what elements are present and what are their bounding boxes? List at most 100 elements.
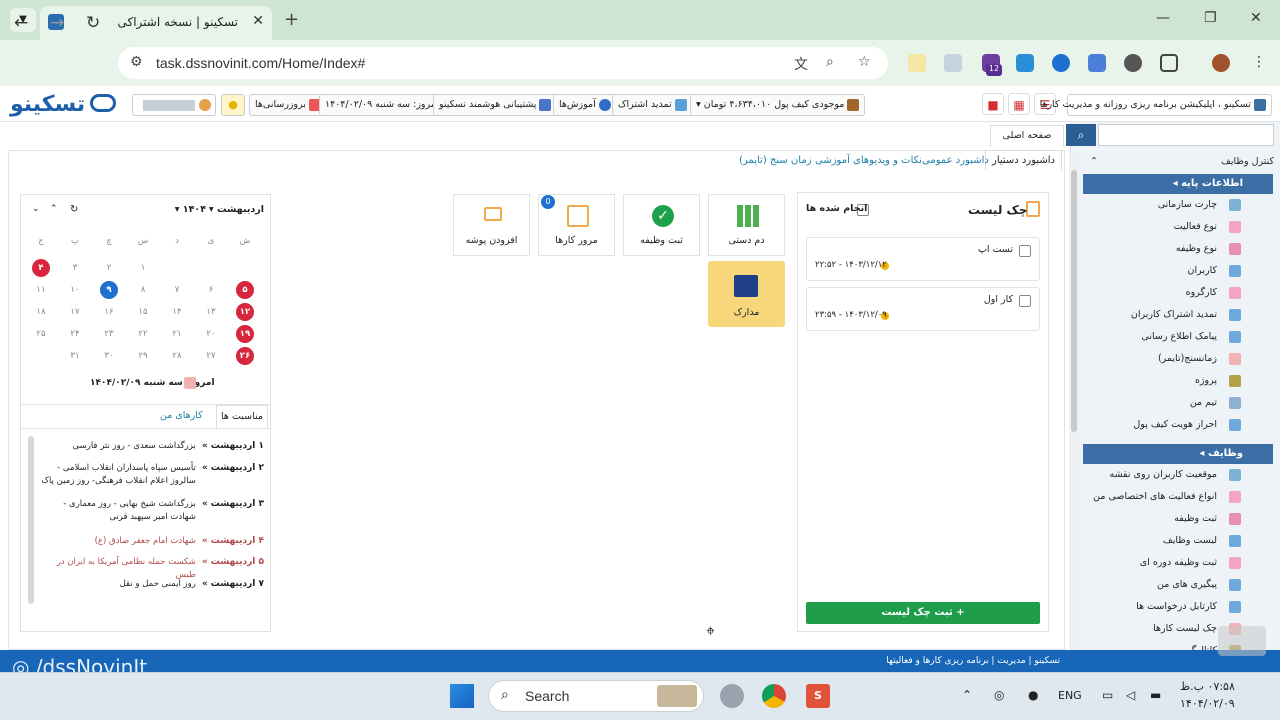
calendar-up-icon[interactable]: ⌃ — [50, 204, 58, 214]
extension-icon[interactable] — [1124, 54, 1142, 72]
notification-bell-icon[interactable]: ● — [221, 94, 245, 116]
sidebar-item[interactable]: لیست وظایف — [1083, 530, 1273, 552]
calendar-day[interactable]: ۲۶ — [236, 347, 254, 365]
sidebar-item[interactable]: نوع وظیفه — [1083, 238, 1273, 260]
month-select[interactable]: اردیبهشت ▾ — [208, 204, 264, 215]
new-tab-icon[interactable]: + — [284, 9, 299, 30]
translate-icon[interactable]: 文 — [794, 54, 808, 74]
sidebar-search-button[interactable]: ⌕ — [1066, 124, 1096, 146]
address-bar[interactable]: ⚙ task.dssnovinit.com/Home/Index# 文 ⌕ ☆ — [118, 47, 888, 79]
zoom-icon[interactable]: ⌕ — [826, 54, 834, 70]
sidebar-item[interactable]: کارگروه — [1083, 282, 1273, 304]
calendar-day[interactable]: ۱۳ — [202, 303, 220, 321]
breadcrumb[interactable]: صفحه اصلی — [990, 125, 1064, 147]
add-checklist-button[interactable]: + ثبت چک لیست — [806, 602, 1040, 624]
sidebar-item[interactable]: ثبت وظیفه دوره ای — [1083, 552, 1273, 574]
close-window-icon[interactable]: ✕ — [1250, 10, 1262, 26]
extension-icon[interactable] — [1088, 54, 1106, 72]
calendar-day[interactable]: ۲۰ — [202, 325, 220, 343]
calendar-day[interactable]: ۲۴ — [66, 325, 84, 343]
sidebar-item[interactable]: زمانسنج(تایمر) — [1083, 348, 1273, 370]
sidebar-item[interactable]: پیگیری های من — [1083, 574, 1273, 596]
calendar-day[interactable]: ۱۲ — [236, 303, 254, 321]
extension-icon[interactable] — [908, 54, 926, 72]
language-indicator[interactable]: ENG — [1058, 689, 1082, 702]
calendar-day[interactable]: ۸ — [134, 281, 152, 299]
shield-extension-icon[interactable] — [944, 54, 962, 72]
sidebar-item[interactable]: چارت سازمانی — [1083, 194, 1273, 216]
documents-folder[interactable]: مدارک — [708, 261, 785, 327]
sidebar-item[interactable]: ثبت وظیفه — [1083, 508, 1273, 530]
calendar-day[interactable]: ۴ — [32, 259, 50, 277]
tutorials-chip[interactable]: آموزش‌ها — [553, 94, 617, 116]
calendar-day[interactable]: ۲۹ — [134, 347, 152, 365]
sidebar-item[interactable]: پیامک اطلاع رسانی — [1083, 326, 1273, 348]
calendar-day[interactable]: ۳۰ — [100, 347, 118, 365]
calendar-day[interactable]: ۱۷ — [66, 303, 84, 321]
clock-time[interactable]: ۰۷:۵۸ ب.ظ — [1180, 680, 1235, 693]
sidebar-search-input[interactable] — [1098, 124, 1274, 146]
calendar-day[interactable]: ۲ — [100, 259, 118, 277]
calendar-day[interactable]: ۷ — [168, 281, 186, 299]
grid-icon[interactable]: ▦ — [1008, 93, 1030, 115]
checklist-item-checkbox[interactable] — [1019, 245, 1031, 257]
calendar-day[interactable]: ۲۷ — [202, 347, 220, 365]
calendar-day[interactable]: ۱۴ — [168, 303, 186, 321]
site-info-icon[interactable]: ⚙ — [130, 54, 143, 70]
restore-icon[interactable]: ❐ — [1204, 10, 1217, 26]
taskbar-search[interactable]: ⌕ Search — [488, 680, 704, 712]
sidebar-item[interactable]: انواع فعالیت های اختصاصی من — [1083, 486, 1273, 508]
battery-icon[interactable]: ▬ — [1150, 688, 1161, 702]
tab-events[interactable]: مناسبت ها — [216, 405, 268, 429]
renew-subscription-chip[interactable]: تمدید اشتراک — [612, 94, 693, 116]
chrome-app-icon[interactable] — [762, 684, 786, 708]
sidebar-item[interactable]: احراز هویت کیف پول — [1083, 414, 1273, 436]
tab-assistant-dashboard[interactable]: داشبورد دستیار — [985, 150, 1062, 170]
calendar-day[interactable]: ۱۹ — [236, 325, 254, 343]
tab-general-dashboard[interactable]: داشبورد عمومی — [922, 155, 989, 166]
tab-my-tasks[interactable]: کارهای من — [160, 410, 203, 421]
calendar-day[interactable]: ۹ — [100, 281, 118, 299]
forward-icon[interactable]: → — [50, 13, 64, 33]
updates-chip[interactable]: بروزرسانی‌ها — [249, 94, 327, 116]
support-chip[interactable]: پشتیبانی هوشمند تسکینو — [433, 94, 558, 116]
calendar-day[interactable]: ۵ — [236, 281, 254, 299]
back-icon[interactable]: ← — [14, 13, 28, 33]
calendar-day[interactable]: ۲۵ — [32, 325, 50, 343]
reload-icon[interactable]: ↻ — [86, 13, 100, 33]
minimize-icon[interactable]: — — [1156, 10, 1170, 26]
search-extension-icon[interactable] — [1052, 54, 1070, 72]
calendar-day[interactable]: ۶ — [202, 281, 220, 299]
calendar-day[interactable]: ۲۸ — [168, 347, 186, 365]
checklist-item[interactable]: کار اول ۱۴۰۳/۱۲/۰۹ - ۲۳:۵۹ — [806, 287, 1040, 331]
add-task-tile[interactable]: ✓ ثبت وظیفه — [623, 194, 700, 256]
sidebar-section-base-info[interactable]: اطلاعات پایه ◂ — [1083, 174, 1273, 194]
calendar-down-icon[interactable]: ⌄ — [32, 204, 40, 214]
wallet-chip[interactable]: موجودی کیف پول ۴،۶۳۴،۰۱۰ تومان ▾ — [690, 94, 866, 116]
tab-tips-videos[interactable]: نکات و ویدیوهای آموزشی — [815, 155, 922, 166]
tray-app-icon[interactable]: ◎ — [994, 688, 1004, 702]
tab-close-icon[interactable]: ✕ — [252, 13, 264, 29]
browser-menu-icon[interactable]: ⋮ — [1252, 54, 1266, 70]
sidebar-scroll-thumb[interactable] — [1071, 170, 1077, 432]
calendar-day[interactable]: ۳۱ — [66, 347, 84, 365]
tab-timer[interactable]: زمان سنج (تایمر) — [739, 155, 812, 166]
user-profile-chip[interactable] — [132, 94, 216, 116]
extensions-puzzle-icon[interactable] — [1160, 54, 1178, 72]
checklist-item[interactable]: تست اپ ۱۴۰۳/۱۲/۱۲ - ۲۲:۵۲ — [806, 237, 1040, 281]
calendar-day[interactable]: ۱ — [134, 259, 152, 277]
checklist-item-checkbox[interactable] — [1019, 295, 1031, 307]
calendar-day[interactable]: ۲۳ — [100, 325, 118, 343]
browser-tab[interactable]: تسکینو | نسخه اشتراکی ✕ — [40, 6, 272, 40]
settings-app-icon[interactable] — [720, 684, 744, 708]
sidebar-item[interactable]: کاربران — [1083, 260, 1273, 282]
sidebar-item[interactable]: پروژه — [1083, 370, 1273, 392]
sidebar-item[interactable]: موقعیت کاربران روی نقشه — [1083, 464, 1273, 486]
taskino-app-icon[interactable]: S — [806, 684, 830, 708]
calendar-day[interactable]: ۲۲ — [134, 325, 152, 343]
calendar-day[interactable]: ۲۱ — [168, 325, 186, 343]
calendar-day[interactable]: ۱۰ — [66, 281, 84, 299]
add-folder-tile[interactable]: افزودن پوشه — [453, 194, 530, 256]
bookmark-icon[interactable]: ■ — [982, 93, 1004, 115]
clock-date[interactable]: ۱۴۰۴/۰۲/۰۹ — [1180, 697, 1235, 710]
